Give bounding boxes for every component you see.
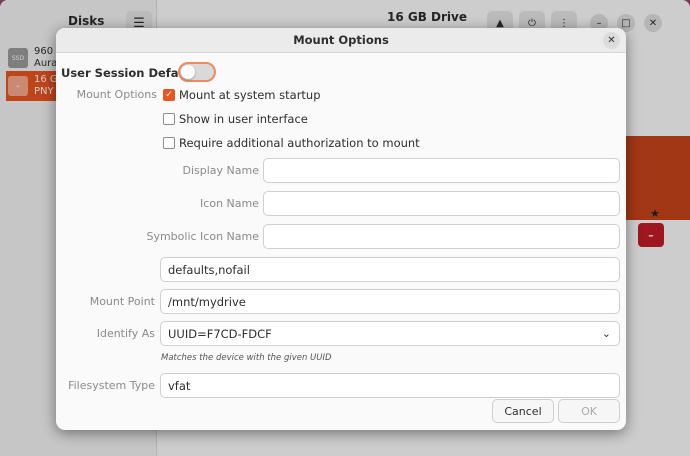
identify-as-dropdown[interactable]: UUID=F7CD-FDCF ⌄ [160, 321, 620, 346]
ok-button[interactable]: OK [558, 399, 620, 423]
show-in-ui-checkbox[interactable]: Show in user interface [163, 112, 308, 126]
symbolic-icon-name-field[interactable] [263, 224, 620, 249]
mount-at-startup-checkbox[interactable]: ✓ Mount at system startup [163, 88, 321, 102]
mount-options-dialog: Mount Options ✕ User Session Defaults Mo… [56, 28, 626, 430]
identify-as-value: UUID=F7CD-FDCF [168, 326, 272, 341]
checkbox-label: Mount at system startup [179, 88, 321, 102]
dialog-header: Mount Options ✕ [56, 28, 626, 53]
check-icon: ✓ [163, 89, 175, 101]
identify-as-hint: Matches the device with the given UUID [161, 353, 332, 363]
mount-options-label: Mount Options [76, 88, 157, 101]
filesystem-type-field[interactable]: vfat [160, 373, 620, 398]
chevron-down-icon: ⌄ [601, 327, 611, 340]
icon-name-field[interactable] [263, 191, 620, 216]
display-name-label: Display Name [182, 164, 260, 177]
close-icon[interactable]: ✕ [603, 32, 620, 49]
mount-point-field[interactable]: /mnt/mydrive [160, 289, 620, 314]
switch-knob [181, 65, 195, 79]
identify-as-label: Identify As [96, 327, 155, 340]
mount-options-field[interactable]: defaults,nofail [160, 257, 620, 282]
display-name-field[interactable] [263, 158, 620, 183]
symbolic-icon-name-label: Symbolic Icon Name [146, 230, 259, 243]
user-session-defaults-switch[interactable] [178, 62, 216, 82]
dialog-title: Mount Options [293, 33, 389, 47]
checkbox-label: Require additional authorization to moun… [179, 136, 420, 150]
checkbox-label: Show in user interface [179, 112, 308, 126]
require-auth-checkbox[interactable]: Require additional authorization to moun… [163, 136, 420, 150]
icon-name-label: Icon Name [200, 197, 259, 210]
cancel-button[interactable]: Cancel [492, 399, 554, 423]
checkbox-box [163, 137, 175, 149]
filesystem-type-label: Filesystem Type [68, 379, 155, 392]
checkbox-box [163, 113, 175, 125]
mount-point-label: Mount Point [89, 295, 155, 308]
